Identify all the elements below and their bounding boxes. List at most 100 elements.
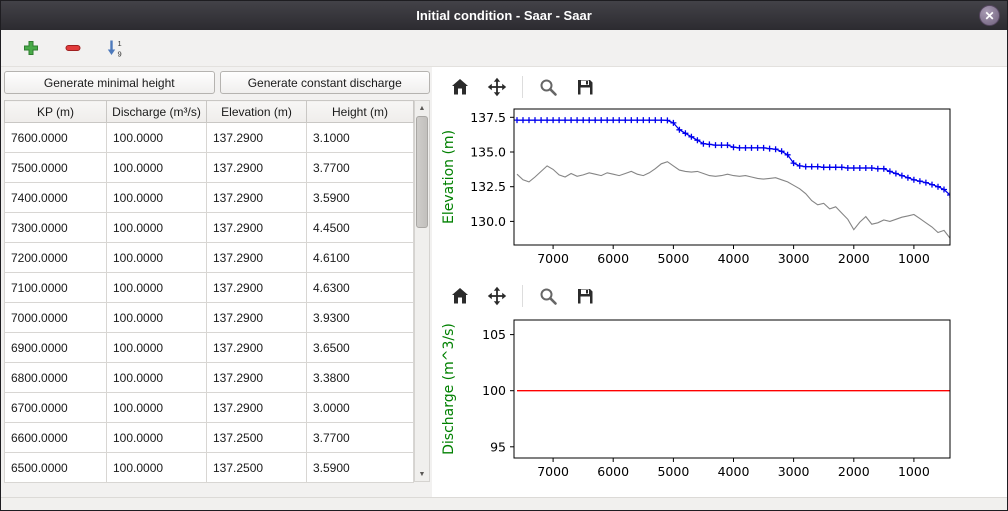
table-cell[interactable]: 3.5900 — [307, 453, 414, 483]
table-header-row: KP (m)Discharge (m³/s)Elevation (m)Heigh… — [5, 101, 414, 123]
table-cell[interactable]: 7100.0000 — [5, 273, 107, 303]
svg-text:6000: 6000 — [597, 251, 629, 266]
discharge-zoom-button[interactable] — [536, 284, 560, 308]
table-cell[interactable]: 100.0000 — [107, 273, 207, 303]
table-cell[interactable]: 100.0000 — [107, 453, 207, 483]
table-cell[interactable]: 100.0000 — [107, 333, 207, 363]
svg-text:2000: 2000 — [838, 251, 870, 266]
table-cell[interactable]: 137.2900 — [207, 213, 307, 243]
remove-row-button[interactable] — [61, 36, 85, 60]
table-cell[interactable]: 100.0000 — [107, 153, 207, 183]
table-cell[interactable]: 3.6500 — [307, 333, 414, 363]
table-cell[interactable]: 7600.0000 — [5, 123, 107, 153]
close-button[interactable]: ✕ — [979, 5, 1000, 26]
sort-rows-button[interactable]: 1 9 — [103, 36, 127, 60]
toolbar-separator — [522, 285, 523, 307]
table-cell[interactable]: 100.0000 — [107, 393, 207, 423]
column-header[interactable]: KP (m) — [5, 101, 107, 123]
table-cell[interactable]: 137.2900 — [207, 153, 307, 183]
table-row: 7200.0000100.0000137.29004.6100 — [5, 243, 414, 273]
table-cell[interactable]: 100.0000 — [107, 123, 207, 153]
sort-icon: 1 9 — [105, 38, 125, 58]
elevation-home-button[interactable] — [448, 75, 472, 99]
table-cell[interactable]: 4.4500 — [307, 213, 414, 243]
column-header[interactable]: Height (m) — [307, 101, 414, 123]
table-cell[interactable]: 137.2900 — [207, 333, 307, 363]
table-cell[interactable]: 100.0000 — [107, 303, 207, 333]
table-cell[interactable]: 100.0000 — [107, 183, 207, 213]
table-cell[interactable]: 100.0000 — [107, 213, 207, 243]
elevation-save-button[interactable] — [573, 75, 597, 99]
column-header[interactable]: Elevation (m) — [207, 101, 307, 123]
table-cell[interactable]: 137.2500 — [207, 453, 307, 483]
table-row: 6900.0000100.0000137.29003.6500 — [5, 333, 414, 363]
table-cell[interactable]: 100.0000 — [107, 363, 207, 393]
add-row-button[interactable] — [19, 36, 43, 60]
table-area: KP (m)Discharge (m³/s)Elevation (m)Heigh… — [4, 100, 430, 497]
table-cell[interactable]: 7400.0000 — [5, 183, 107, 213]
svg-text:137.5: 137.5 — [470, 110, 506, 125]
discharge-home-button[interactable] — [448, 284, 472, 308]
elevation-pan-button[interactable] — [485, 75, 509, 99]
svg-text:2000: 2000 — [838, 464, 870, 479]
scroll-up-button[interactable]: ▲ — [415, 101, 429, 115]
arrow-up-icon: ▲ — [419, 105, 426, 112]
discharge-save-button[interactable] — [573, 284, 597, 308]
table-cell[interactable]: 3.0000 — [307, 393, 414, 423]
discharge-pan-button[interactable] — [485, 284, 509, 308]
close-icon: ✕ — [984, 9, 994, 23]
table-cell[interactable]: 6800.0000 — [5, 363, 107, 393]
table-cell[interactable]: 100.0000 — [107, 243, 207, 273]
table-cell[interactable]: 3.7700 — [307, 423, 414, 453]
table-cell[interactable]: 137.2500 — [207, 423, 307, 453]
main-toolbar: 1 9 — [1, 30, 1007, 67]
svg-text:105: 105 — [482, 327, 506, 342]
table-cell[interactable]: 7500.0000 — [5, 153, 107, 183]
title-bar[interactable]: Initial condition - Saar - Saar ✕ — [1, 1, 1007, 30]
svg-text:7000: 7000 — [537, 251, 569, 266]
table-cell[interactable]: 3.3800 — [307, 363, 414, 393]
elevation-plot-toolbar — [438, 71, 1007, 103]
elevation-chart[interactable]: 7000600050004000300020001000130.0132.513… — [438, 103, 1007, 280]
table-cell[interactable]: 137.2900 — [207, 273, 307, 303]
svg-text:1000: 1000 — [898, 251, 930, 266]
table-cell[interactable]: 137.2900 — [207, 393, 307, 423]
table-cell[interactable]: 137.2900 — [207, 123, 307, 153]
generate-minimal-height-button[interactable]: Generate minimal height — [4, 71, 215, 94]
table-cell[interactable]: 7200.0000 — [5, 243, 107, 273]
table-cell[interactable]: 6500.0000 — [5, 453, 107, 483]
table-cell[interactable]: 3.5900 — [307, 183, 414, 213]
table-cell[interactable]: 7000.0000 — [5, 303, 107, 333]
scrollbar-thumb[interactable] — [416, 116, 428, 228]
table-row: 7300.0000100.0000137.29004.4500 — [5, 213, 414, 243]
column-header[interactable]: Discharge (m³/s) — [107, 101, 207, 123]
table-row: 6600.0000100.0000137.25003.7700 — [5, 423, 414, 453]
table-cell[interactable]: 137.2900 — [207, 363, 307, 393]
home-icon — [450, 286, 470, 306]
table-cell[interactable]: 137.2900 — [207, 183, 307, 213]
table-cell[interactable]: 4.6100 — [307, 243, 414, 273]
table-cell[interactable]: 3.9300 — [307, 303, 414, 333]
table-cell[interactable]: 7300.0000 — [5, 213, 107, 243]
table-cell[interactable]: 6900.0000 — [5, 333, 107, 363]
table-cell[interactable]: 3.1000 — [307, 123, 414, 153]
table-cell[interactable]: 6600.0000 — [5, 423, 107, 453]
minus-icon — [64, 39, 82, 57]
table-scrollbar[interactable]: ▲ ▼ — [414, 100, 430, 482]
svg-text:3000: 3000 — [778, 251, 810, 266]
table-cell[interactable]: 137.2900 — [207, 243, 307, 273]
generate-constant-discharge-button[interactable]: Generate constant discharge — [220, 71, 431, 94]
svg-text:130.0: 130.0 — [470, 214, 506, 229]
table-cell[interactable]: 137.2900 — [207, 303, 307, 333]
svg-text:6000: 6000 — [597, 464, 629, 479]
scroll-down-button[interactable]: ▼ — [415, 467, 429, 481]
discharge-chart[interactable]: 700060005000400030002000100095100105Disc… — [438, 312, 1007, 493]
svg-text:4000: 4000 — [718, 464, 750, 479]
scrollbar-track[interactable] — [415, 115, 429, 467]
table-cell[interactable]: 100.0000 — [107, 423, 207, 453]
elevation-zoom-button[interactable] — [536, 75, 560, 99]
table-cell[interactable]: 4.6300 — [307, 273, 414, 303]
table-cell[interactable]: 3.7700 — [307, 153, 414, 183]
svg-text:1: 1 — [118, 39, 122, 48]
table-cell[interactable]: 6700.0000 — [5, 393, 107, 423]
